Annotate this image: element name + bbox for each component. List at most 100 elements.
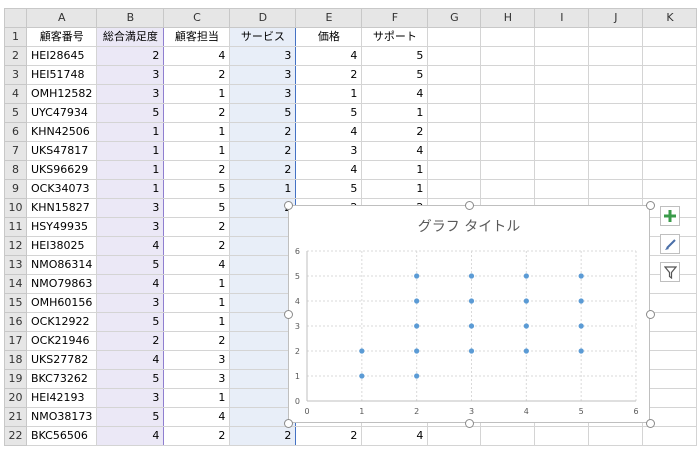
cell-b11[interactable]: 3 (96, 217, 165, 237)
row-header[interactable]: 12 (4, 236, 27, 256)
cell-a5[interactable]: UYC47934 (25, 103, 98, 123)
cell-k9[interactable] (642, 179, 698, 199)
cell-a22[interactable]: BKC56506 (25, 426, 98, 446)
cell-c16[interactable]: 1 (163, 312, 231, 332)
chart-elements-button[interactable] (660, 206, 680, 226)
cell-d20[interactable] (229, 388, 297, 408)
row-header[interactable]: 22 (4, 426, 27, 446)
cell-d9[interactable]: 1 (229, 179, 297, 199)
cell-a17[interactable]: OCK21946 (25, 331, 98, 351)
cell-d13[interactable] (229, 255, 297, 275)
row-header[interactable]: 11 (4, 217, 27, 237)
cell-h6[interactable] (480, 122, 536, 142)
row-header[interactable]: 2 (4, 46, 27, 66)
cell-g1[interactable] (427, 27, 482, 47)
cell-d7[interactable]: 2 (229, 141, 297, 161)
cell-c6[interactable]: 1 (163, 122, 231, 142)
row-header[interactable]: 1 (4, 27, 27, 47)
cell-h7[interactable] (480, 141, 536, 161)
row-header[interactable]: 21 (4, 407, 27, 427)
cell-c8[interactable]: 2 (163, 160, 231, 180)
cell-d6[interactable]: 2 (229, 122, 297, 142)
cell-b10[interactable]: 3 (96, 198, 165, 218)
cell-h1[interactable] (480, 27, 536, 47)
cell-a8[interactable]: UKS96629 (25, 160, 98, 180)
cell-b6[interactable]: 1 (96, 122, 165, 142)
cell-j9[interactable] (588, 179, 644, 199)
resize-handle-ml[interactable] (284, 310, 293, 319)
cell-c15[interactable]: 1 (163, 293, 231, 313)
cell-e8[interactable]: 4 (295, 160, 363, 180)
column-header-d[interactable]: D (229, 8, 297, 28)
cell-k18[interactable] (642, 350, 698, 370)
cell-j5[interactable] (588, 103, 644, 123)
cell-a9[interactable]: OCK34073 (25, 179, 98, 199)
plot-area[interactable]: 0 1 2 3 4 5 6 0 1 2 3 4 5 6 (289, 206, 649, 422)
cell-c20[interactable]: 1 (163, 388, 231, 408)
cell-a6[interactable]: KHN42506 (25, 122, 98, 142)
row-header[interactable]: 19 (4, 369, 27, 389)
cell-a11[interactable]: HSY49935 (25, 217, 98, 237)
cell-c10[interactable]: 5 (163, 198, 231, 218)
cell-c2[interactable]: 4 (163, 46, 231, 66)
cell-a10[interactable]: KHN15827 (25, 198, 98, 218)
cell-i1[interactable] (534, 27, 590, 47)
column-header-i[interactable]: I (534, 8, 590, 28)
cell-e5[interactable]: 5 (295, 103, 363, 123)
cell-b7[interactable]: 1 (96, 141, 165, 161)
cell-b17[interactable]: 2 (96, 331, 165, 351)
scatter-chart[interactable]: グラフ タイトル 01234560123456 (288, 205, 650, 423)
cell-e6[interactable]: 4 (295, 122, 363, 142)
cell-k3[interactable] (642, 65, 698, 85)
cell-b21[interactable]: 5 (96, 407, 165, 427)
cell-b18[interactable]: 4 (96, 350, 165, 370)
cell-d12[interactable] (229, 236, 297, 256)
cell-c21[interactable]: 4 (163, 407, 231, 427)
resize-handle-br[interactable] (646, 419, 655, 428)
resize-handle-tl[interactable] (284, 201, 293, 210)
cell-e7[interactable]: 3 (295, 141, 363, 161)
cell-c14[interactable]: 1 (163, 274, 231, 294)
cell-a18[interactable]: UKS27782 (25, 350, 98, 370)
cell-b12[interactable]: 4 (96, 236, 165, 256)
cell-f2[interactable]: 5 (361, 46, 429, 66)
cell-f9[interactable]: 1 (361, 179, 429, 199)
cell-j7[interactable] (588, 141, 644, 161)
cell-b19[interactable]: 5 (96, 369, 165, 389)
cell-g2[interactable] (427, 46, 482, 66)
cell-f5[interactable]: 1 (361, 103, 429, 123)
cell-b9[interactable]: 1 (96, 179, 165, 199)
resize-handle-mr[interactable] (646, 310, 655, 319)
column-header-e[interactable]: E (295, 8, 363, 28)
cell-j8[interactable] (588, 160, 644, 180)
row-header[interactable]: 5 (4, 103, 27, 123)
chart-styles-button[interactable] (660, 234, 680, 254)
row-header[interactable]: 9 (4, 179, 27, 199)
cell-j6[interactable] (588, 122, 644, 142)
cell-e1[interactable]: 価格 (295, 27, 363, 47)
cell-h3[interactable] (480, 65, 536, 85)
cell-e4[interactable]: 1 (295, 84, 363, 104)
cell-j3[interactable] (588, 65, 644, 85)
cell-k20[interactable] (642, 388, 698, 408)
cell-d3[interactable]: 3 (229, 65, 297, 85)
cell-i5[interactable] (534, 103, 590, 123)
cell-a3[interactable]: HEI51748 (25, 65, 98, 85)
cell-k4[interactable] (642, 84, 698, 104)
cell-i3[interactable] (534, 65, 590, 85)
cell-a20[interactable]: HEI42193 (25, 388, 98, 408)
cell-g5[interactable] (427, 103, 482, 123)
cell-d18[interactable] (229, 350, 297, 370)
cell-e3[interactable]: 2 (295, 65, 363, 85)
cell-g22[interactable] (427, 426, 482, 446)
cell-d17[interactable] (229, 331, 297, 351)
cell-c18[interactable]: 3 (163, 350, 231, 370)
cell-e9[interactable]: 5 (295, 179, 363, 199)
cell-a14[interactable]: NMO79863 (25, 274, 98, 294)
row-header[interactable]: 16 (4, 312, 27, 332)
row-header[interactable]: 15 (4, 293, 27, 313)
resize-handle-bl[interactable] (284, 419, 293, 428)
row-header[interactable]: 7 (4, 141, 27, 161)
cell-b1[interactable]: 総合満足度 (96, 27, 165, 47)
cell-j4[interactable] (588, 84, 644, 104)
